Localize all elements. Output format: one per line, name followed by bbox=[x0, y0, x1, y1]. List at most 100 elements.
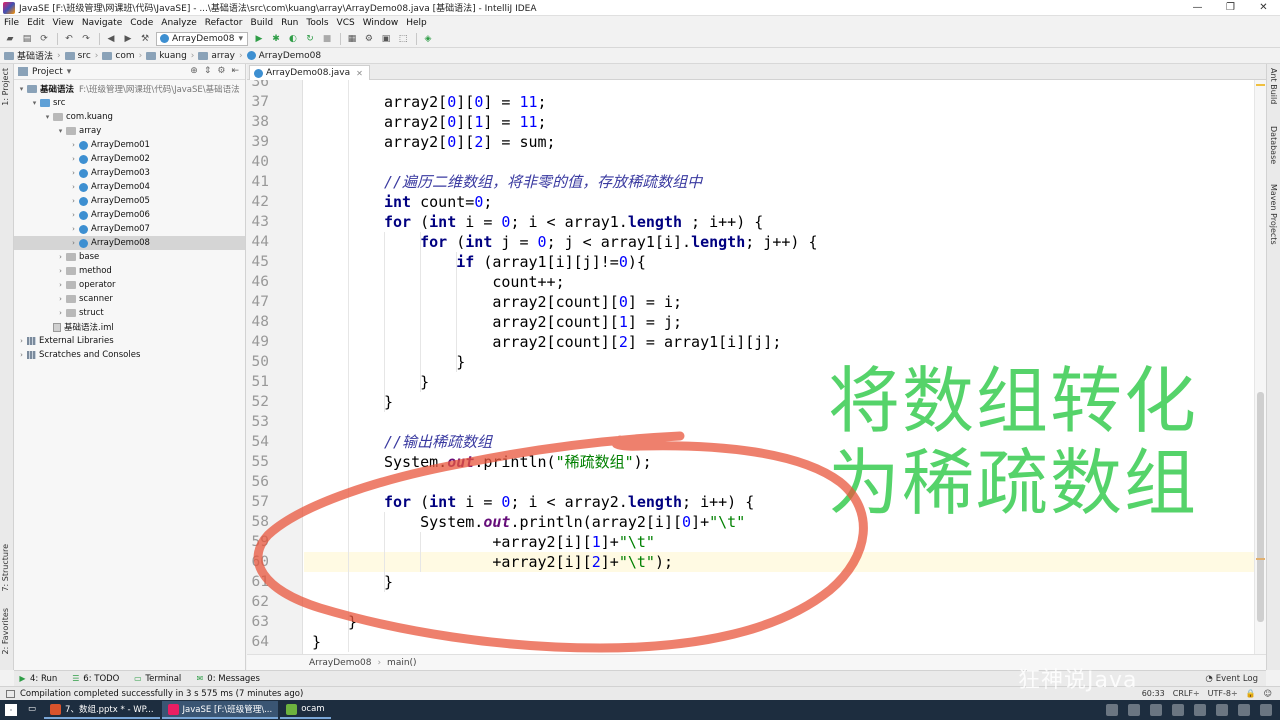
breadcrumb-class[interactable]: ArrayDemo08 bbox=[246, 51, 321, 61]
menu-refactor[interactable]: Refactor bbox=[205, 18, 243, 28]
close-tab-icon[interactable]: ✕ bbox=[356, 69, 363, 78]
chevron-down-icon[interactable]: ▾ bbox=[17, 85, 26, 93]
tree-item[interactable]: › method bbox=[14, 264, 245, 278]
tree-item[interactable]: › External Libraries bbox=[14, 334, 245, 348]
coverage-icon[interactable]: ◐ bbox=[287, 33, 299, 45]
tray-icon[interactable] bbox=[1150, 704, 1162, 716]
debug-icon[interactable]: ✱ bbox=[270, 33, 282, 45]
tree-item[interactable]: › ArrayDemo02 bbox=[14, 152, 245, 166]
chevron-down-icon[interactable]: ▾ bbox=[67, 67, 72, 77]
tree-item[interactable]: 基础语法.iml bbox=[14, 320, 245, 334]
maximize-button[interactable]: ❐ bbox=[1214, 0, 1247, 16]
chevron-down-icon[interactable]: ▾ bbox=[30, 99, 39, 107]
chevron-right-icon[interactable]: › bbox=[69, 155, 78, 163]
chevron-right-icon[interactable]: › bbox=[69, 183, 78, 191]
scroll-from-source-icon[interactable]: ⊕ bbox=[190, 66, 198, 76]
code-line[interactable]: } bbox=[384, 352, 465, 372]
tray-icon[interactable] bbox=[1216, 704, 1228, 716]
tray-icon[interactable] bbox=[1128, 704, 1140, 716]
tab-project[interactable]: 1: Project bbox=[1, 68, 10, 106]
tree-item[interactable]: ▾ 基础语法 F:\班级管理\网课班\代码\JavaSE\基础语法 bbox=[14, 82, 245, 96]
code-line[interactable]: array2[0][1] = 11; bbox=[384, 112, 547, 132]
event-log-button[interactable]: ◔ Event Log bbox=[1205, 674, 1258, 684]
menu-file[interactable]: File bbox=[4, 18, 19, 28]
chevron-down-icon[interactable]: ▾ bbox=[43, 113, 52, 121]
chevron-right-icon[interactable]: › bbox=[17, 351, 26, 359]
menu-build[interactable]: Build bbox=[251, 18, 274, 28]
build-icon[interactable]: ⚒ bbox=[139, 33, 151, 45]
menu-view[interactable]: View bbox=[53, 18, 74, 28]
file-encoding[interactable]: UTF-8÷ bbox=[1208, 689, 1238, 698]
tree-item[interactable]: ▾ src bbox=[14, 96, 245, 110]
tree-item[interactable]: › Scratches and Consoles bbox=[14, 348, 245, 362]
close-button[interactable]: ✕ bbox=[1247, 0, 1280, 16]
chevron-right-icon[interactable]: › bbox=[69, 225, 78, 233]
code-line[interactable]: } bbox=[384, 392, 393, 412]
chevron-right-icon[interactable]: › bbox=[56, 295, 65, 303]
tree-item[interactable]: › ArrayDemo01 bbox=[14, 138, 245, 152]
taskbar-item-wps[interactable]: 7、数组.pptx * - WP... bbox=[44, 701, 160, 719]
code-line[interactable]: if (array1[i][j]!=0){ bbox=[384, 252, 646, 272]
tab-structure[interactable]: 7: Structure bbox=[1, 544, 10, 592]
code-line[interactable]: System.out.println(array2[i][0]+"\t" bbox=[384, 512, 745, 532]
code-line[interactable]: +array2[i][2]+"\t"); bbox=[384, 552, 673, 572]
tray-icon[interactable] bbox=[1106, 704, 1118, 716]
editor-breadcrumb-method[interactable]: main() bbox=[387, 658, 417, 668]
line-separator[interactable]: CRLF÷ bbox=[1173, 689, 1200, 698]
code-line[interactable]: array2[count][0] = i; bbox=[384, 292, 682, 312]
save-all-icon[interactable]: ▤ bbox=[21, 33, 33, 45]
chevron-right-icon[interactable]: › bbox=[17, 337, 26, 345]
editor-scrollbar[interactable] bbox=[1254, 80, 1266, 654]
scrollbar-thumb[interactable] bbox=[1257, 392, 1264, 622]
terminal-tool-button[interactable]: ▭ Terminal bbox=[133, 674, 181, 684]
code-line[interactable]: array2[count][1] = j; bbox=[384, 312, 682, 332]
collapse-all-icon[interactable]: ⇕ bbox=[204, 66, 212, 76]
code-line[interactable]: for (int i = 0; i < array1.length ; i++)… bbox=[384, 212, 763, 232]
code-line[interactable]: array2[0][2] = sum; bbox=[384, 132, 556, 152]
code-line[interactable]: System.out.println("稀疏数组"); bbox=[384, 452, 652, 472]
chevron-right-icon[interactable]: › bbox=[56, 253, 65, 261]
editor-breadcrumb-class[interactable]: ArrayDemo08 bbox=[309, 658, 371, 668]
tree-item[interactable]: › ArrayDemo07 bbox=[14, 222, 245, 236]
back-icon[interactable]: ◀ bbox=[105, 33, 117, 45]
vcs-icon[interactable]: ⬚ bbox=[397, 33, 409, 45]
chevron-right-icon[interactable]: › bbox=[69, 239, 78, 247]
chevron-right-icon[interactable]: › bbox=[56, 309, 65, 317]
run-icon[interactable]: ▶ bbox=[253, 33, 265, 45]
tray-icon[interactable] bbox=[1194, 704, 1206, 716]
code-line[interactable]: //输出稀疏数组 bbox=[384, 432, 492, 452]
taskbar-item-idea[interactable]: JavaSE [F:\班级管理\... bbox=[161, 701, 279, 719]
inspector-icon[interactable]: ☺ bbox=[1264, 689, 1272, 698]
menu-help[interactable]: Help bbox=[406, 18, 427, 28]
minimize-button[interactable]: — bbox=[1181, 0, 1214, 16]
project-view-select[interactable]: Project bbox=[32, 67, 63, 77]
menu-analyze[interactable]: Analyze bbox=[161, 18, 196, 28]
lock-icon[interactable]: 🔒 bbox=[1246, 689, 1256, 698]
task-view-button[interactable]: ▭ bbox=[22, 701, 42, 719]
menu-run[interactable]: Run bbox=[281, 18, 298, 28]
chevron-right-icon[interactable]: › bbox=[69, 141, 78, 149]
menu-tools[interactable]: Tools bbox=[306, 18, 328, 28]
todo-tool-button[interactable]: ☰ 6: TODO bbox=[71, 674, 119, 684]
menu-code[interactable]: Code bbox=[130, 18, 153, 28]
code-line[interactable]: count++; bbox=[384, 272, 564, 292]
tree-item[interactable]: › operator bbox=[14, 278, 245, 292]
code-line[interactable]: } bbox=[312, 632, 321, 652]
code-line[interactable]: } bbox=[384, 372, 429, 392]
tree-item[interactable]: ▾ array bbox=[14, 124, 245, 138]
tree-item[interactable]: › base bbox=[14, 250, 245, 264]
tray-icon[interactable] bbox=[1172, 704, 1184, 716]
code-line[interactable]: array2[count][2] = array1[i][j]; bbox=[384, 332, 781, 352]
warning-marker[interactable] bbox=[1256, 84, 1265, 86]
hide-panel-icon[interactable]: ⇤ bbox=[231, 66, 239, 76]
tray-icon[interactable] bbox=[1238, 704, 1250, 716]
run-tool-button[interactable]: ▶ 4: Run bbox=[18, 674, 57, 684]
sync-icon[interactable]: ⟳ bbox=[38, 33, 50, 45]
breadcrumb-module[interactable]: 基础语法 bbox=[4, 49, 53, 62]
chevron-right-icon[interactable]: › bbox=[69, 197, 78, 205]
menu-edit[interactable]: Edit bbox=[27, 18, 44, 28]
code-line[interactable]: } bbox=[348, 612, 357, 632]
chevron-down-icon[interactable]: ▾ bbox=[56, 127, 65, 135]
code-line[interactable]: //遍历二维数组，将非零的值，存放稀疏数组中 bbox=[384, 172, 702, 192]
tab-favorites[interactable]: 2: Favorites bbox=[1, 608, 10, 654]
